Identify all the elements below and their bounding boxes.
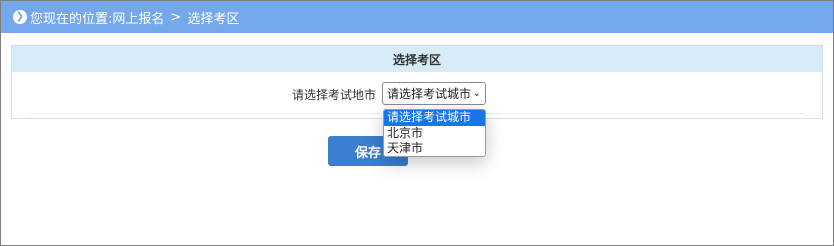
city-option-tianjin[interactable]: 天津市 xyxy=(384,141,485,156)
chevron-right-circle-icon: ❯ xyxy=(13,10,27,24)
breadcrumb-item-select-area: 选择考区 xyxy=(187,11,240,27)
city-select-value: 请选择考试城市 xyxy=(387,87,472,101)
city-option-placeholder[interactable]: 请选择考试城市 xyxy=(384,110,485,126)
city-dropdown-list[interactable]: 请选择考试城市 北京市 天津市 xyxy=(383,109,486,157)
city-select[interactable]: 请选择考试城市 ⌄ xyxy=(382,82,486,105)
page-frame: ❯ 您现在的位置: 网上报名 > 选择考区 选择考区 请选择考试地市 请选择考试… xyxy=(0,0,834,246)
breadcrumb-prefix: 您现在的位置: xyxy=(30,11,113,27)
chevron-down-icon: ⌄ xyxy=(472,88,481,99)
panel-title: 选择考区 xyxy=(12,46,822,72)
breadcrumb-bar: ❯ 您现在的位置: 网上报名 > 选择考区 xyxy=(1,1,833,33)
breadcrumb-separator: > xyxy=(170,9,182,25)
breadcrumb-item-online-registration[interactable]: 网上报名 xyxy=(112,8,164,27)
city-option-beijing[interactable]: 北京市 xyxy=(384,126,485,142)
select-area-panel: 选择考区 请选择考试地市 请选择考试城市 ⌄ xyxy=(11,45,823,119)
city-label: 请选择考试地市 xyxy=(292,88,377,102)
city-form-row: 请选择考试地市 请选择考试城市 ⌄ xyxy=(30,73,805,114)
